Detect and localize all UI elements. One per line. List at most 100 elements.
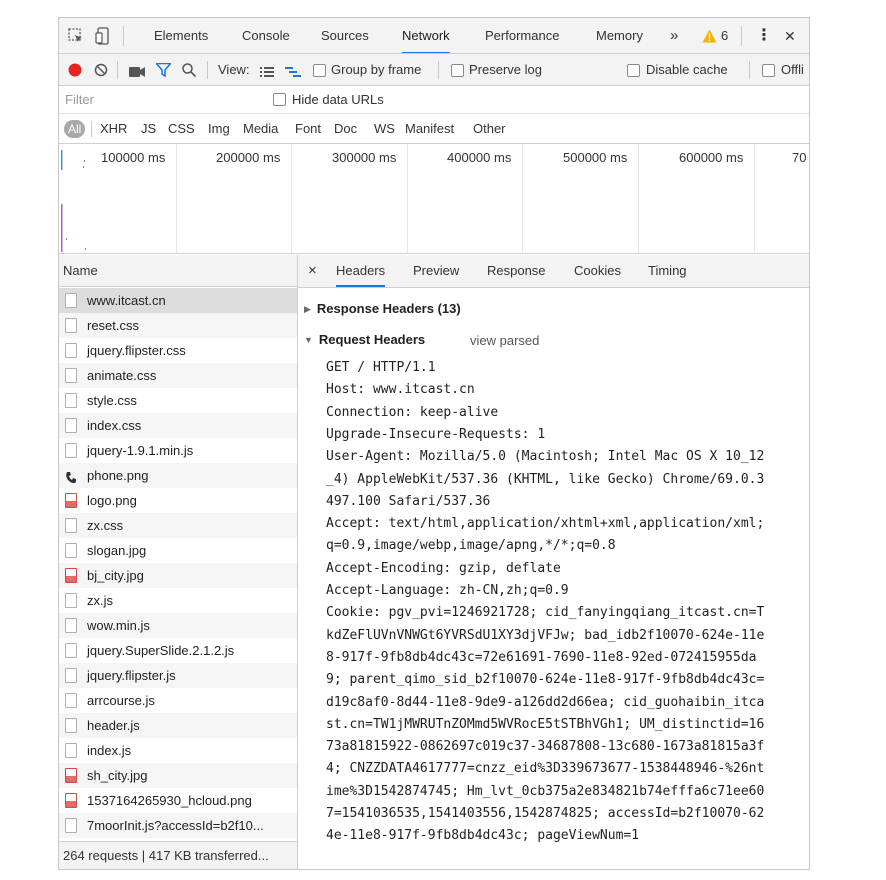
- request-name: phone.png: [87, 468, 149, 483]
- view-parsed-link[interactable]: view parsed: [470, 333, 539, 348]
- request-row[interactable]: wow.min.js: [59, 613, 297, 638]
- filter-input[interactable]: Filter: [65, 86, 94, 113]
- type-filter-js[interactable]: JS: [141, 114, 156, 143]
- request-row[interactable]: slogan.jpg: [59, 538, 297, 563]
- request-header-line: 497.100 Safari/537.36: [326, 493, 491, 509]
- request-headers-toggle[interactable]: ▼ Request Headers: [304, 332, 425, 347]
- document-icon: [65, 593, 77, 608]
- tabbar-separator: [123, 26, 124, 46]
- warning-icon[interactable]: [702, 29, 717, 46]
- type-filter-css[interactable]: CSS: [168, 114, 195, 143]
- tab-preview[interactable]: Preview: [413, 255, 459, 287]
- request-row[interactable]: jquery-1.9.1.min.js: [59, 438, 297, 463]
- request-row[interactable]: arrcourse.js: [59, 688, 297, 713]
- name-column-header[interactable]: Name: [59, 255, 297, 287]
- type-filter-xhr[interactable]: XHR: [100, 114, 127, 143]
- request-row[interactable]: reset.css: [59, 313, 297, 338]
- request-row[interactable]: jquery.flipster.js: [59, 663, 297, 688]
- type-filter-all[interactable]: All: [64, 120, 86, 138]
- document-icon: [65, 368, 77, 383]
- large-rows-icon[interactable]: [260, 65, 274, 80]
- request-row[interactable]: www.itcast.cn: [59, 288, 297, 313]
- disable-cache-checkbox[interactable]: [627, 64, 640, 77]
- type-filter-doc[interactable]: Doc: [334, 114, 357, 143]
- tab-headers[interactable]: Headers: [336, 255, 386, 287]
- type-filter-ws[interactable]: WS: [374, 114, 395, 143]
- request-row[interactable]: index.js: [59, 738, 297, 763]
- timeline-gridline: [754, 144, 755, 253]
- request-header-line: 7=1541036535,1541403556,1542874825; acce…: [326, 806, 765, 821]
- tab-console[interactable]: Console: [242, 18, 290, 53]
- response-headers-toggle[interactable]: ▶ Response Headers (13): [304, 301, 461, 316]
- tab-elements[interactable]: Elements: [154, 18, 208, 53]
- search-icon[interactable]: [182, 63, 197, 80]
- request-detail-panel: × Headers Preview Response Cookies Timin…: [298, 255, 809, 869]
- collapsed-arrow-icon: ▶: [304, 304, 311, 314]
- type-filter-img[interactable]: Img: [208, 114, 230, 143]
- request-name: 7moorInit.js?accessId=b2f10...: [87, 818, 264, 833]
- request-header-line: Accept-Language: zh-CN,zh;q=0.9: [326, 583, 569, 598]
- request-row[interactable]: sh_city.jpg: [59, 763, 297, 788]
- timeline-overview-marks: [61, 150, 86, 252]
- request-name: wow.min.js: [87, 618, 150, 633]
- timeline-tick-label: 500000 ms: [563, 150, 628, 165]
- hide-data-urls-checkbox[interactable]: [273, 93, 286, 106]
- request-row[interactable]: phone.png: [59, 463, 297, 488]
- more-tabs-button[interactable]: »: [670, 18, 678, 53]
- request-row[interactable]: 7moorInit.js?accessId=b2f10...: [59, 813, 297, 838]
- tab-performance[interactable]: Performance: [485, 18, 559, 53]
- timeline-tick-label: 100000 ms: [101, 150, 166, 165]
- close-detail-icon[interactable]: ×: [308, 255, 317, 287]
- clear-icon[interactable]: [94, 63, 108, 80]
- filter-bar: Filter Hide data URLs: [59, 86, 809, 114]
- timeline-gridline: [176, 144, 177, 253]
- request-row[interactable]: zx.css: [59, 513, 297, 538]
- toolbar-separator: [749, 61, 750, 79]
- offline-checkbox[interactable]: [762, 64, 775, 77]
- request-row[interactable]: style.css: [59, 388, 297, 413]
- tab-memory[interactable]: Memory: [596, 18, 643, 53]
- request-header-line: 9; parent_qimo_sid_b2f10070-624e-11e8-91…: [326, 672, 765, 688]
- tab-network[interactable]: Network: [402, 18, 450, 53]
- inspect-element-icon[interactable]: [68, 28, 84, 47]
- request-name: zx.css: [87, 518, 124, 533]
- type-separator: [91, 121, 92, 137]
- device-toolbar-icon[interactable]: [95, 27, 111, 48]
- tab-cookies[interactable]: Cookies: [574, 255, 621, 287]
- type-filter-font[interactable]: Font: [295, 114, 321, 143]
- expanded-arrow-icon: ▼: [304, 335, 313, 345]
- request-row[interactable]: 1537164265930_hcloud.png: [59, 788, 297, 813]
- request-name: jquery.flipster.js: [87, 668, 176, 683]
- tab-sources[interactable]: Sources: [321, 18, 369, 53]
- record-icon[interactable]: [68, 63, 82, 80]
- type-filter-manifest[interactable]: Manifest: [405, 114, 454, 143]
- type-filter-media[interactable]: Media: [243, 114, 278, 143]
- request-row[interactable]: index.css: [59, 413, 297, 438]
- screenshot-camera-icon[interactable]: [129, 65, 145, 80]
- group-by-frame-checkbox[interactable]: [313, 64, 326, 77]
- request-row[interactable]: header.js: [59, 713, 297, 738]
- request-header-line: st.cn=TW1jMWRUTnZOMmd5WVRocE5tSTBhVGh1; …: [326, 716, 765, 732]
- kebab-menu-icon[interactable]: ⋮: [756, 18, 772, 53]
- timeline-overview[interactable]: 100000 ms 200000 ms 300000 ms 400000 ms …: [59, 144, 809, 254]
- request-row[interactable]: jquery.flipster.css: [59, 338, 297, 363]
- warning-count: 6: [721, 28, 729, 43]
- tab-response[interactable]: Response: [487, 255, 546, 287]
- request-header-line: Accept-Encoding: gzip, deflate: [326, 560, 561, 576]
- request-row[interactable]: logo.png: [59, 488, 297, 513]
- type-filter-other[interactable]: Other: [473, 114, 506, 143]
- request-row[interactable]: bj_city.jpg: [59, 563, 297, 588]
- request-row[interactable]: jquery.SuperSlide.2.1.2.js: [59, 638, 297, 663]
- close-icon[interactable]: ✕: [784, 18, 796, 53]
- filter-icon[interactable]: [154, 62, 173, 80]
- response-headers-title: Response Headers (13): [316, 301, 461, 316]
- timeline-tick-label: 70: [792, 150, 807, 165]
- devtools-window: Elements Console Sources Network Perform…: [58, 17, 810, 870]
- request-row[interactable]: zx.js: [59, 588, 297, 613]
- request-row[interactable]: animate.css: [59, 363, 297, 388]
- waterfall-overview-icon[interactable]: [285, 65, 301, 80]
- document-icon: [65, 293, 77, 308]
- preserve-log-checkbox[interactable]: [451, 64, 464, 77]
- tab-timing[interactable]: Timing: [648, 255, 687, 287]
- timeline-gridline: [407, 144, 408, 253]
